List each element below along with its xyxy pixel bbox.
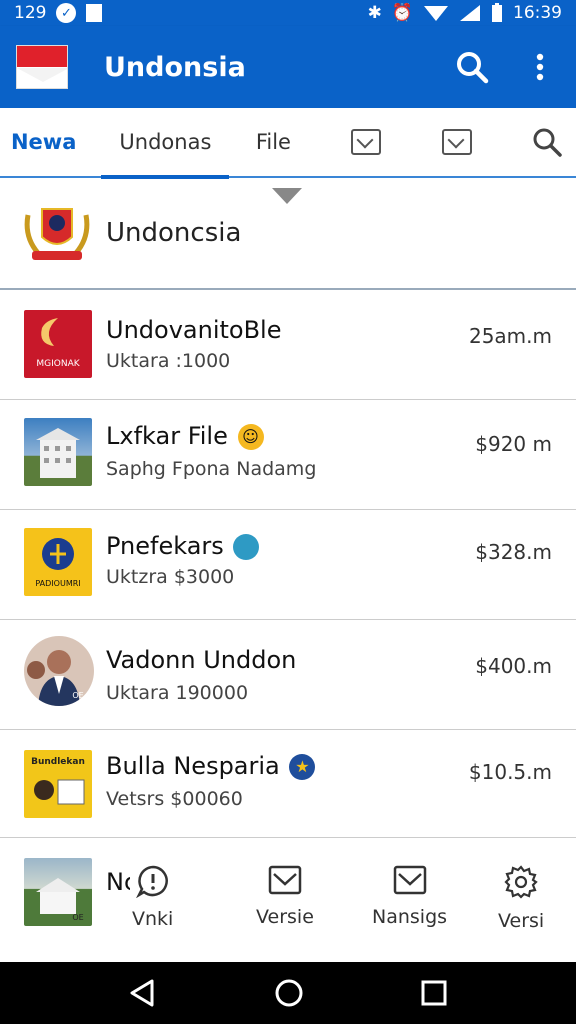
list-item[interactable]: PADIOUMRI Pnefekars Uktzra $3000 $328.m	[0, 510, 576, 620]
item-subtitle: Uktara 190000	[106, 682, 249, 704]
item-thumbnail: OE	[24, 858, 92, 926]
settings-icon	[504, 865, 538, 899]
inbox-icon	[441, 129, 472, 155]
tab-undonas[interactable]: Undonas	[101, 107, 230, 179]
item-thumbnail: Bundlekan	[24, 750, 92, 818]
item-subtitle: Vetsrs $00060	[106, 788, 243, 810]
item-amount: $328.m	[475, 540, 552, 564]
item-thumbnail: PADIOUMRI	[24, 528, 92, 596]
more-vert-icon	[536, 53, 544, 81]
nav-item-versi[interactable]: Versi	[498, 864, 544, 932]
nav-item-vnki[interactable]: Vnki	[132, 864, 173, 930]
tab-label: Newa	[10, 130, 77, 154]
item-name: Bulla Nesparia ★	[106, 752, 316, 780]
item-name: Lxfkar File ☺	[106, 422, 264, 450]
wifi-icon	[424, 6, 448, 21]
item-name-text: Lxfkar File	[106, 422, 228, 450]
item-subtitle: Uktara :1000	[106, 350, 231, 372]
nav-label: Versie	[256, 906, 314, 928]
item-amount: $400.m	[475, 654, 552, 678]
search-icon	[457, 52, 489, 84]
avatar: OE	[24, 636, 94, 706]
item-name-text: Bulla Nesparia	[106, 752, 280, 780]
app-title: Undonsia	[104, 51, 246, 83]
tab-label: File	[255, 130, 291, 154]
bottom-navigation: Vnki Versie Nansigs Versi	[130, 850, 576, 962]
item-name-text: Pnefekars	[106, 532, 224, 560]
tab-inbox-2[interactable]	[428, 107, 486, 177]
tab-newa[interactable]: Newa	[0, 107, 87, 177]
section-title: Undoncsia	[106, 218, 242, 248]
search-button[interactable]	[452, 47, 492, 87]
item-name: UndovanitoBle	[106, 316, 282, 344]
nav-label: Nansigs	[372, 906, 448, 928]
list-item[interactable]: OE Vadonn Unddon Uktara 190000 $400.m	[0, 620, 576, 730]
more-options-button[interactable]	[520, 47, 560, 87]
item-amount: 25am.m	[468, 324, 552, 348]
thumb-label: OE	[72, 691, 83, 700]
list-item[interactable]: Bundlekan Bulla Nesparia ★ Vetsrs $00060…	[0, 730, 576, 838]
thumb-label: PADIOUMRI	[35, 579, 80, 588]
item-subtitle: Uktzra $3000	[106, 566, 235, 588]
status-time-right: 16:39	[513, 3, 562, 23]
system-nav-bar	[0, 962, 576, 1024]
tab-label: Undonas	[119, 130, 212, 154]
nav-item-nansigs[interactable]: Nansigs	[372, 864, 447, 928]
app-logo	[16, 45, 68, 89]
battery-icon	[492, 3, 502, 22]
tab-inbox-1[interactable]	[337, 107, 395, 177]
tab-search[interactable]	[518, 107, 576, 177]
item-thumbnail	[24, 418, 92, 486]
recents-icon[interactable]	[420, 979, 448, 1007]
dropdown-caret-icon[interactable]	[272, 188, 302, 204]
check-icon: ✓	[56, 3, 77, 23]
item-name: Vadonn Unddon	[106, 646, 297, 674]
shield-badge-icon	[233, 534, 260, 560]
emblem-icon	[22, 203, 92, 263]
item-name: Pnefekars	[106, 532, 260, 560]
item-thumbnail: MGIONAK	[24, 310, 92, 378]
alarm-icon: ⏰	[391, 3, 413, 23]
star-badge-icon: ★	[289, 754, 316, 780]
thumb-label: MGIONAK	[36, 359, 80, 369]
item-amount: $920 m	[475, 432, 552, 456]
thumb-label: Bundlekan	[31, 757, 85, 767]
tab-file[interactable]: File	[237, 107, 309, 177]
inbox-icon	[351, 129, 382, 155]
status-bar: 129 ✓ ✱ ⏰ 16:39	[0, 0, 576, 26]
mail-icon	[393, 865, 426, 895]
back-icon[interactable]	[128, 978, 158, 1008]
nav-label: Versi	[498, 910, 545, 932]
status-time-left: 129	[14, 3, 47, 23]
item-amount: $10.5.m	[468, 760, 552, 784]
thumb-label: OE	[72, 913, 83, 922]
tab-bar: Newa Undonas File	[0, 107, 576, 179]
home-icon[interactable]	[274, 978, 304, 1008]
list-item[interactable]: Lxfkar File ☺ Saphg Fpona Nadamg $920 m	[0, 400, 576, 510]
mail-icon	[268, 865, 302, 895]
signal-icon	[460, 5, 480, 21]
nav-item-versie[interactable]: Versie	[256, 864, 314, 928]
search-icon	[533, 128, 562, 157]
app-bar: Undonsia	[0, 26, 576, 108]
list-item[interactable]: MGIONAK UndovanitoBle Uktara :1000 25am.…	[0, 290, 576, 400]
nav-label: Vnki	[132, 908, 174, 930]
notification-icon	[86, 4, 103, 22]
chat-bubble-icon	[135, 865, 168, 898]
emoji-icon: ☺	[237, 424, 264, 450]
bluetooth-icon: ✱	[367, 3, 382, 23]
item-subtitle: Saphg Fpona Nadamg	[106, 458, 317, 480]
